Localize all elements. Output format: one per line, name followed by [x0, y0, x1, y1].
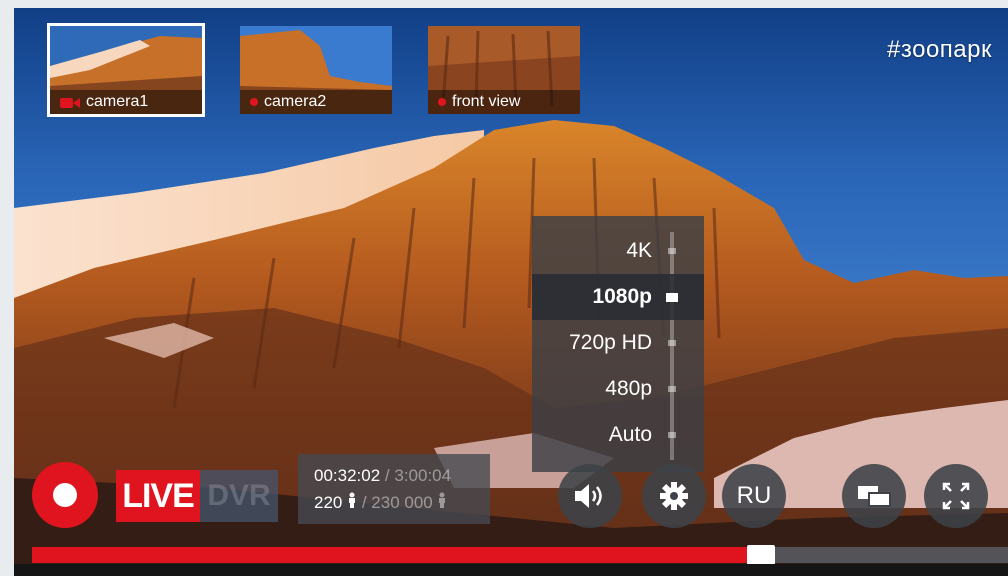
- quality-option-720p[interactable]: 720p HD: [532, 320, 704, 366]
- volume-button[interactable]: [558, 464, 622, 528]
- viewers-row: 220 / 230 000: [314, 489, 490, 516]
- recording-dot-icon: [438, 98, 446, 106]
- viewer-total: / 230 000: [361, 493, 433, 512]
- camera-thumb-label: camera1: [86, 93, 149, 110]
- quality-menu: 4K 1080p 720p HD 480p Auto: [532, 216, 704, 472]
- picture-in-picture-icon: [858, 486, 891, 507]
- video-bottom-edge: [14, 564, 1008, 576]
- seek-handle[interactable]: [747, 545, 775, 565]
- stream-stats: 00:32:02 / 3:00:04 220 / 230 000: [298, 454, 490, 524]
- video-camera-icon: [60, 96, 80, 108]
- dvr-button[interactable]: DVR: [200, 470, 278, 522]
- camera-thumb-2[interactable]: camera2: [240, 26, 392, 114]
- quality-tick: [668, 248, 676, 254]
- pip-button[interactable]: [842, 464, 906, 528]
- quality-option-4k[interactable]: 4K: [532, 228, 704, 274]
- person-icon: [349, 492, 356, 508]
- fullscreen-icon: [942, 482, 970, 510]
- quality-option-1080p[interactable]: 1080p: [532, 274, 704, 320]
- viewer-count: 220: [314, 493, 343, 512]
- camera-thumb-label: camera2: [264, 93, 327, 110]
- seek-bar-fill: [32, 547, 759, 563]
- settings-button[interactable]: [642, 464, 706, 528]
- quality-option-480p[interactable]: 480p: [532, 366, 704, 412]
- elapsed-time: 00:32:02: [314, 466, 381, 485]
- time-row: 00:32:02 / 3:00:04: [314, 462, 490, 489]
- quality-tick: [668, 432, 676, 438]
- quality-slider-knob[interactable]: [666, 293, 678, 302]
- speaker-icon: [575, 484, 602, 508]
- camera-thumb-3[interactable]: front view: [428, 26, 580, 114]
- record-icon: [53, 483, 77, 507]
- quality-option-auto[interactable]: Auto: [532, 412, 704, 458]
- total-duration: / 3:00:04: [384, 466, 452, 485]
- seek-bar[interactable]: [32, 545, 1008, 565]
- quality-tick: [668, 386, 676, 392]
- fullscreen-button[interactable]: [924, 464, 988, 528]
- stream-hashtag[interactable]: #зоопарк: [887, 36, 992, 64]
- gear-icon: [660, 482, 688, 510]
- person-icon: [439, 492, 446, 508]
- record-button[interactable]: [32, 462, 98, 528]
- video-player[interactable]: camera1 camera2 front view #зоопарк 4K 1…: [14, 8, 1008, 576]
- quality-tick: [668, 340, 676, 346]
- recording-dot-icon: [250, 98, 258, 106]
- language-button[interactable]: RU: [722, 464, 786, 528]
- camera-thumb-1[interactable]: camera1: [47, 23, 205, 117]
- camera-thumb-label: front view: [452, 93, 521, 110]
- live-badge[interactable]: LIVE: [116, 470, 200, 522]
